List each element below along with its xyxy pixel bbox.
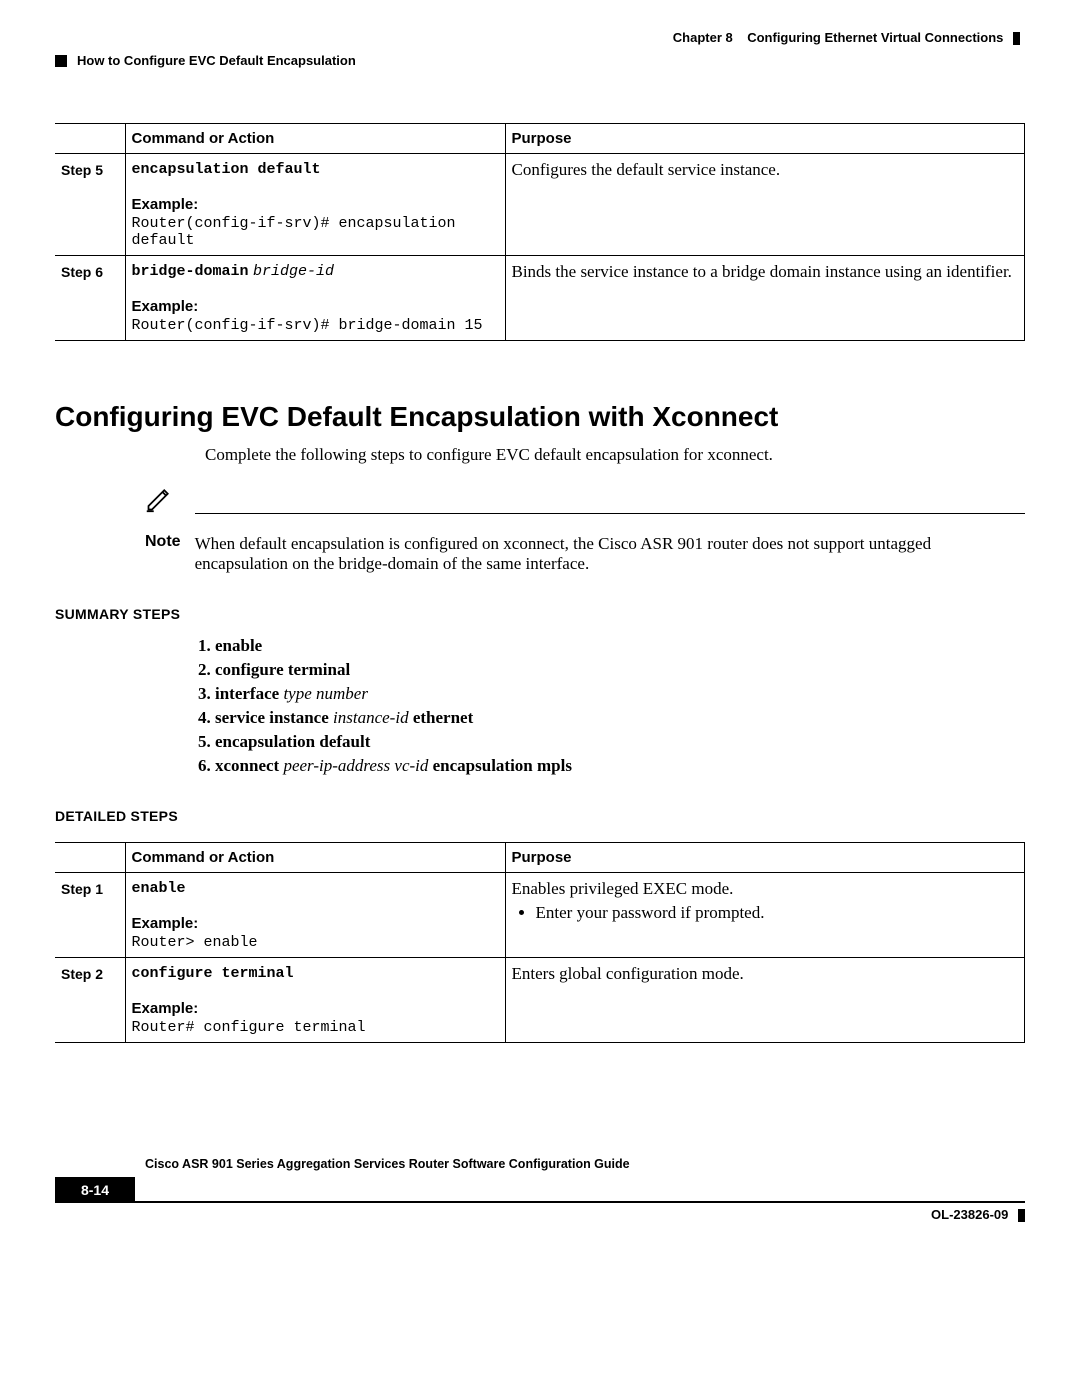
steps-table-bottom: Command or Action Purpose Step 1 enable … [55, 842, 1025, 1043]
detailed-steps-heading: DETAILED STEPS [55, 808, 1025, 824]
purpose-cell: Enters global configuration mode. [505, 958, 1025, 1043]
list-item: configure terminal [215, 660, 1025, 680]
section-header: How to Configure EVC Default Encapsulati… [55, 53, 1025, 68]
purpose-cell: Enables privileged EXEC mode. Enter your… [505, 873, 1025, 958]
table-row: Step 6 bridge-domain bridge-id Example: … [55, 256, 1025, 341]
purpose-cell: Binds the service instance to a bridge d… [505, 256, 1025, 341]
step-label: Step 1 [55, 873, 125, 958]
chapter-title: Configuring Ethernet Virtual Connections [747, 30, 1003, 45]
command-cell: enable Example: Router> enable [125, 873, 505, 958]
example-label: Example: [132, 1000, 499, 1017]
header-bar-icon [1013, 32, 1020, 45]
footer-docnum: OL-23826-09 [55, 1207, 1025, 1222]
table-row: Step 2 configure terminal Example: Route… [55, 958, 1025, 1043]
example-code: Router# configure terminal [132, 1019, 499, 1036]
summary-steps-list: enable configure terminal interface type… [215, 636, 1025, 776]
example-code: Router> enable [132, 934, 499, 951]
list-item: xconnect peer-ip-address vc-id encapsula… [215, 756, 1025, 776]
step-label: Step 5 [55, 154, 125, 256]
example-label: Example: [132, 915, 499, 932]
th-purpose: Purpose [505, 124, 1025, 154]
list-item: interface type number [215, 684, 1025, 704]
command-arg: bridge-id [253, 263, 334, 280]
page-title: Configuring EVC Default Encapsulation wi… [55, 401, 1025, 433]
list-item: service instance instance-id ethernet [215, 708, 1025, 728]
th-purpose: Purpose [505, 843, 1025, 873]
example-code: Router(config-if-srv)# bridge-domain 15 [132, 317, 499, 334]
table-row: Step 5 encapsulation default Example: Ro… [55, 154, 1025, 256]
example-label: Example: [132, 298, 499, 315]
command: configure terminal [132, 965, 294, 982]
example-code: Router(config-if-srv)# encapsulation def… [132, 215, 499, 249]
list-item: Enter your password if prompted. [536, 903, 1019, 923]
footer-rule [135, 1201, 1025, 1203]
th-command: Command or Action [125, 124, 505, 154]
summary-steps-heading: SUMMARY STEPS [55, 606, 1025, 622]
note-label: Note [145, 513, 181, 574]
running-header: Chapter 8 Configuring Ethernet Virtual C… [55, 30, 1025, 45]
example-label: Example: [132, 196, 499, 213]
section-title: How to Configure EVC Default Encapsulati… [77, 53, 356, 68]
note-block [145, 485, 1025, 513]
th-command: Command or Action [125, 843, 505, 873]
list-item: enable [215, 636, 1025, 656]
page: Chapter 8 Configuring Ethernet Virtual C… [0, 0, 1080, 1397]
command-cell: configure terminal Example: Router# conf… [125, 958, 505, 1043]
command: bridge-domain [132, 263, 249, 280]
intro-text: Complete the following steps to configur… [205, 445, 1025, 465]
steps-table-top: Command or Action Purpose Step 5 encapsu… [55, 123, 1025, 341]
note-text: When default encapsulation is configured… [195, 513, 1025, 574]
square-bullet-icon [55, 55, 67, 67]
table-row: Step 1 enable Example: Router> enable En… [55, 873, 1025, 958]
footer: Cisco ASR 901 Series Aggregation Service… [55, 1157, 1025, 1222]
command-cell: bridge-domain bridge-id Example: Router(… [125, 256, 505, 341]
list-item: encapsulation default [215, 732, 1025, 752]
note-pencil-icon [145, 485, 173, 513]
command: enable [132, 880, 186, 897]
chapter-label: Chapter 8 [673, 30, 733, 45]
command: encapsulation default [132, 161, 321, 178]
step-label: Step 2 [55, 958, 125, 1043]
footer-bar-icon [1018, 1209, 1025, 1222]
command-cell: encapsulation default Example: Router(co… [125, 154, 505, 256]
purpose-cell: Configures the default service instance. [505, 154, 1025, 256]
footer-guide-title: Cisco ASR 901 Series Aggregation Service… [145, 1157, 1025, 1171]
step-label: Step 6 [55, 256, 125, 341]
purpose-bullet-list: Enter your password if prompted. [512, 903, 1019, 923]
page-number: 8-14 [55, 1177, 135, 1203]
